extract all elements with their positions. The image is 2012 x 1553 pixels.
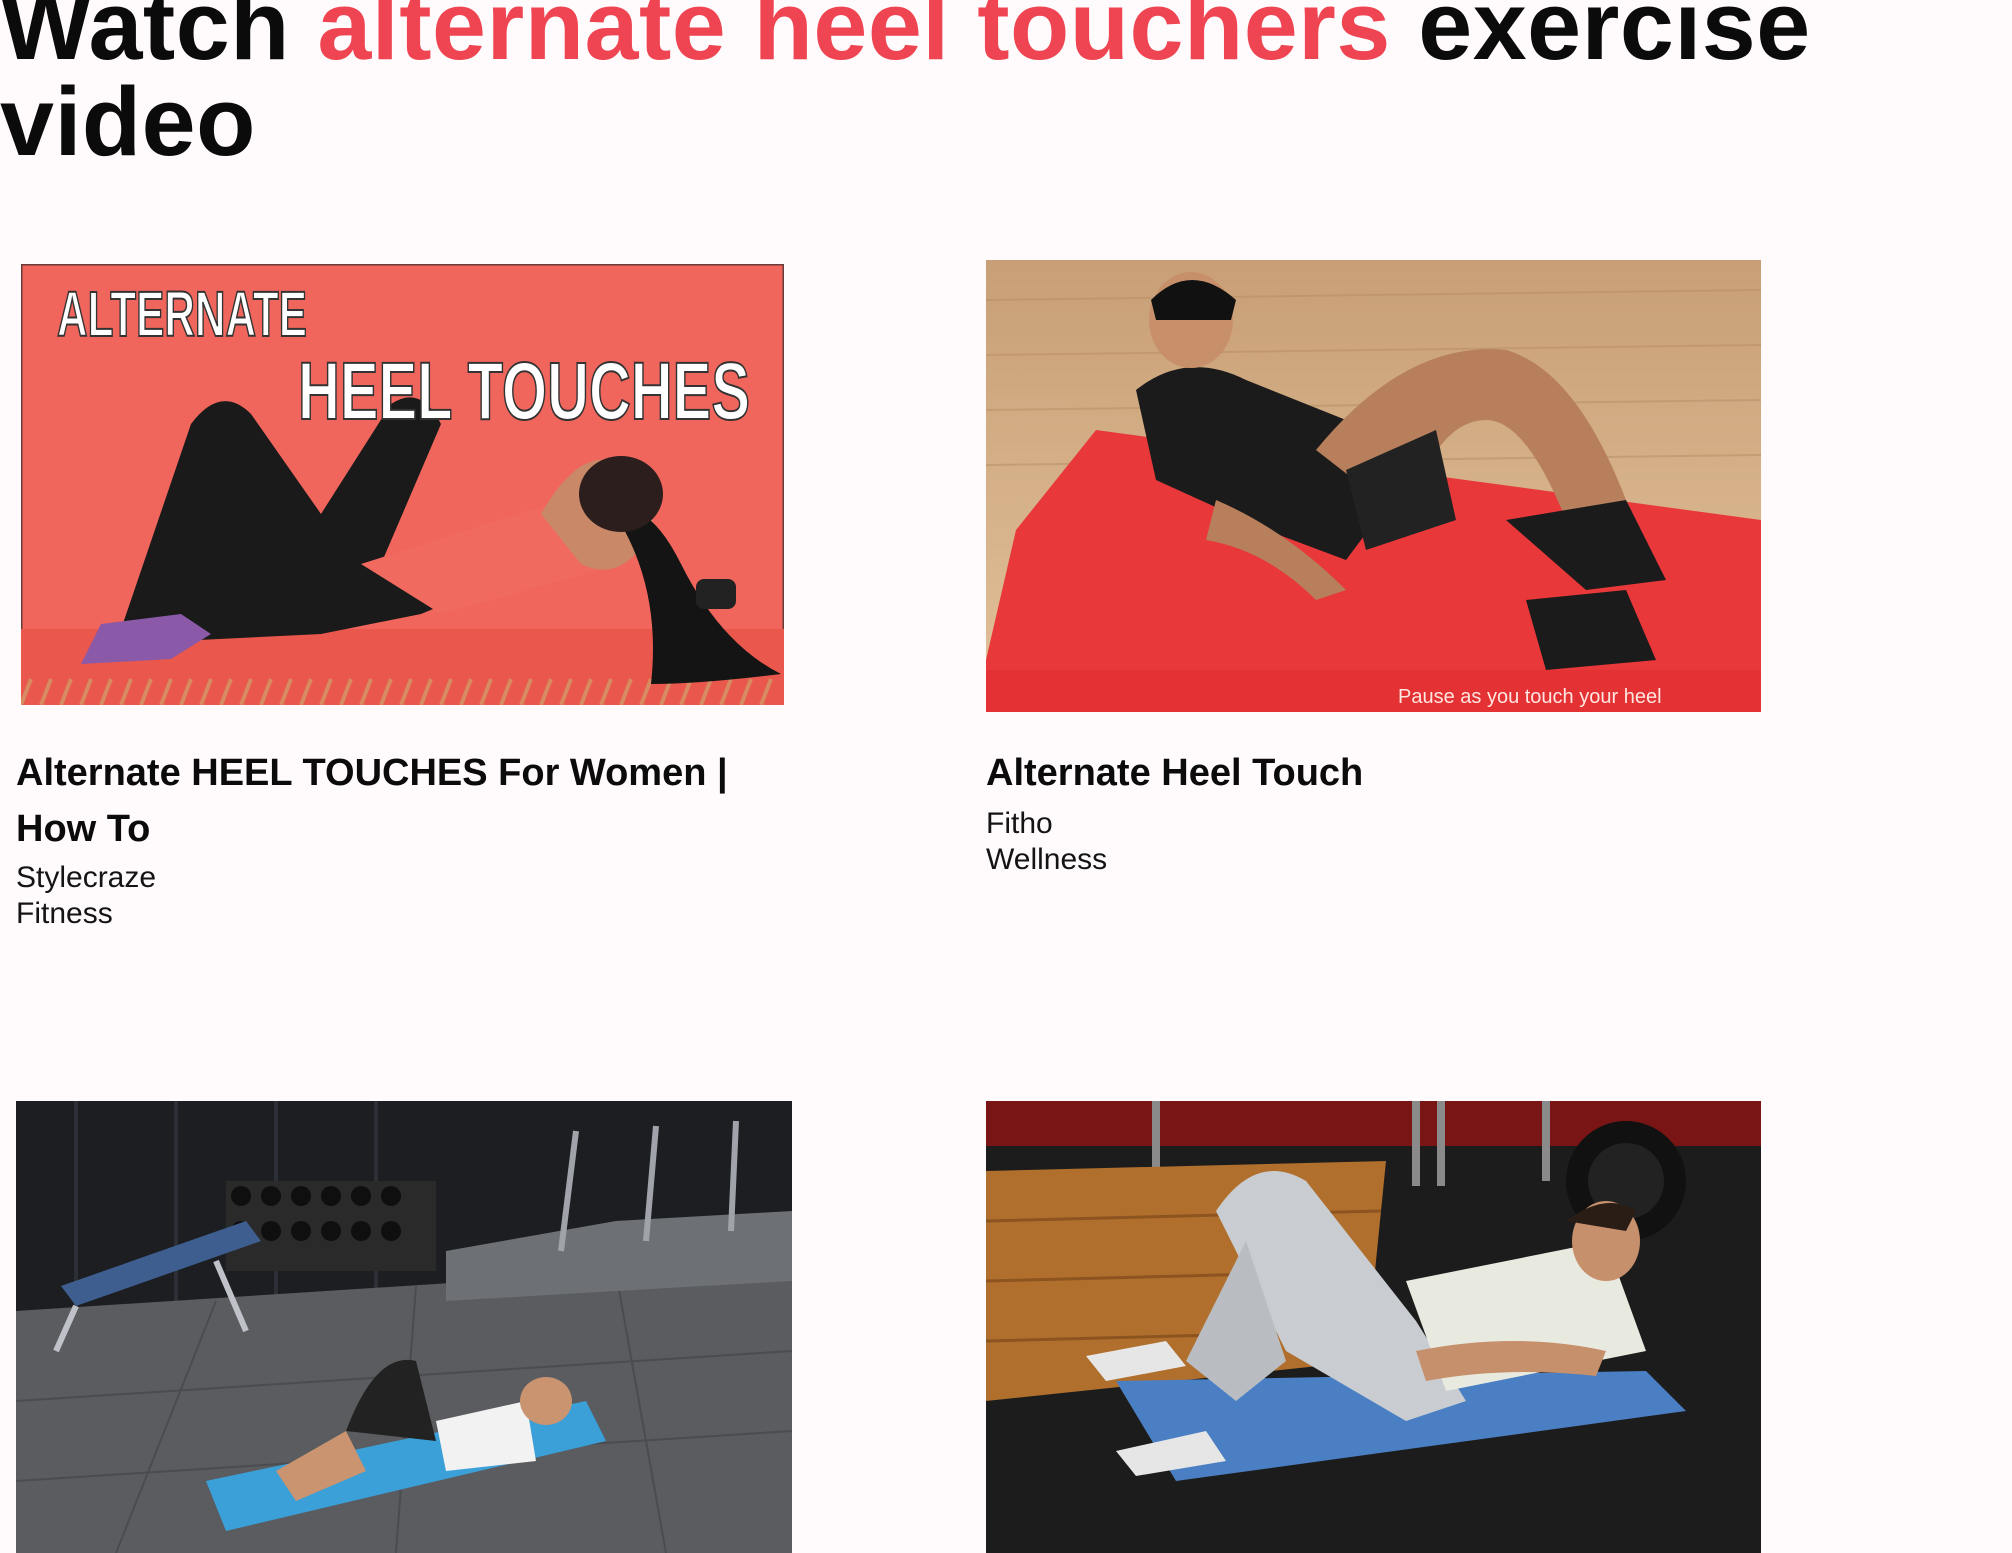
thumb-caption: Pause as you touch your heel — [1398, 686, 1662, 708]
video-channel-2: Fitho Wellness — [986, 807, 1108, 876]
video-channel-1: Stylecraze Fitness — [16, 861, 157, 930]
video-title-2[interactable]: Alternate Heel Touch — [986, 745, 1746, 801]
thumb-text-line2: HEEL TOUCHES — [298, 346, 750, 437]
title-highlight: alternate heel touchers — [317, 0, 1391, 80]
page-title: Watch alternate heel touchers exercise v… — [0, 0, 1900, 170]
video-thumbnail-4[interactable] — [986, 1101, 1761, 1553]
video-thumbnail-3[interactable] — [16, 1101, 792, 1553]
thumb-text-line1: ALTERNATE — [57, 278, 307, 350]
video-title-1[interactable]: Alternate HEEL TOUCHES For Women | How T… — [16, 745, 806, 857]
video-thumbnail-2[interactable]: Pause as you touch your heel — [986, 260, 1761, 712]
video-thumbnail-1[interactable]: ALTERNATE HEEL TOUCHES — [21, 264, 784, 705]
